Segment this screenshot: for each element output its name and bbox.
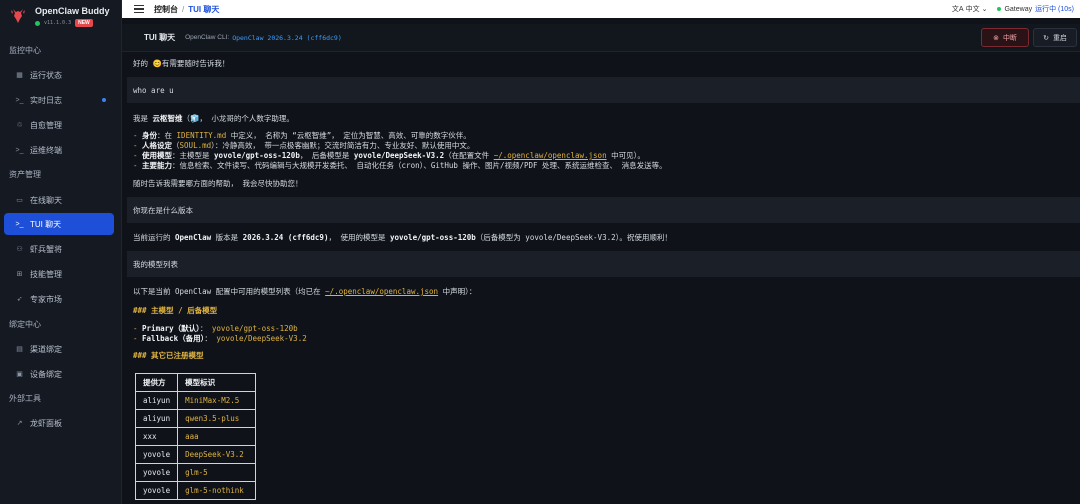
sidebar-item-ops-terminal[interactable]: >_ 运维终端 [4, 139, 114, 161]
sidebar-item-heal[interactable]: ♲ 自愈管理 [4, 114, 114, 136]
assistant-list-intro: 以下是当前 OpenClaw 配置中可用的模型列表（均已在 ~/.opencla… [133, 287, 477, 296]
heading-main-models: ### 主模型 / 后备模型 [133, 306, 218, 315]
table-row: xxx aaa [134, 427, 257, 446]
user-message: 我的模型列表 [127, 251, 1080, 277]
breadcrumb: 控制台 / TUI 聊天 [154, 4, 219, 15]
section-assets: 资产管理 [9, 170, 41, 179]
skill-icon: ⊞ [16, 271, 23, 278]
chat-icon: ▭ [16, 197, 23, 204]
sidebar-item-status[interactable]: ▦ 运行状态 [4, 64, 114, 86]
gateway-status-text: 运行中 (10s) [1035, 6, 1074, 13]
breadcrumb-separator: / [182, 4, 185, 14]
device-icon: ▣ [16, 371, 23, 378]
cli-version: OpenClaw 2026.3.24 (cff6dc9) [232, 33, 342, 42]
terminal-icon: >_ [15, 220, 24, 228]
lobster-logo-icon [11, 9, 25, 23]
fallback-model: - Fallback（备用）： yovole/DeepSeek-V3.2 [133, 334, 307, 343]
team-icon: ⚇ [16, 246, 23, 253]
section-monitor: 监控中心 [9, 46, 41, 55]
brand[interactable]: OpenClaw Buddy v11.1.0.3 NEW [0, 0, 121, 32]
sidebar-item-skills[interactable]: ⊞ 技能管理 [4, 263, 114, 285]
panel-header: TUI 聊天 OpenClaw CLI: OpenClaw 2026.3.24 … [122, 24, 1080, 52]
bullet-abilities: - 主要能力：信息检索、文件读写、代码编辑与大规模开发委托、 自动化任务（cro… [133, 161, 667, 170]
online-dot [35, 20, 40, 26]
table-row: aliyun qwen3.5-plus [134, 409, 257, 428]
table-row: yovole glm-5-nothink [134, 481, 257, 500]
sidebar-item-online-chat[interactable]: ▭ 在线聊天 [4, 189, 114, 211]
app-name: OpenClaw Buddy [35, 6, 110, 16]
sidebar-item-lobster-panel[interactable]: ↗ 龙虾面板 [4, 412, 114, 434]
external-link-icon: ↗ [16, 420, 23, 427]
table-header-row: 提供方 模型标识 [134, 373, 257, 392]
breadcrumb-current: TUI 聊天 [188, 4, 220, 14]
gateway-dot [997, 7, 1002, 11]
language-label: 中文 [965, 6, 980, 13]
sidebar-item-channel-bind[interactable]: ▤ 渠道绑定 [4, 338, 114, 360]
gateway-status: Gateway 运行中 (10s) [997, 4, 1074, 14]
assistant-closing: 随时告诉我需要哪方面的帮助， 我会尽快协助您！ [133, 179, 303, 188]
section-external: 外部工具 [9, 394, 41, 403]
assistant-message: 好的 😊有需要随时告诉我！ [133, 59, 230, 68]
bar-chart-icon: ▦ [16, 72, 23, 79]
menu-icon[interactable] [134, 5, 144, 13]
sidebar-item-market[interactable]: ➶ 专家市场 [4, 288, 114, 310]
refresh-icon: ↻ [1043, 34, 1049, 42]
channel-icon: ▤ [16, 346, 23, 353]
sidebar-item-device-bind[interactable]: ▣ 设备绑定 [4, 363, 114, 385]
chat-log[interactable]: 好的 😊有需要随时告诉我！ who are u 我是 云枢智维（🧊， 小龙哥的个… [122, 52, 1080, 504]
sidebar-item-tui-chat[interactable]: >_ TUI 聊天 [4, 213, 114, 235]
sidebar-item-team[interactable]: ⚇ 虾兵蟹将 [4, 238, 114, 260]
table-row: yovole DeepSeek-V3.2 [134, 445, 257, 464]
table-header-model: 模型标识 [177, 373, 257, 392]
language-switcher[interactable]: 文A 中文 ⌄ [952, 4, 988, 14]
stop-icon: ⊗ [993, 34, 999, 42]
app-version: v11.1.0.3 [44, 20, 72, 26]
unread-dot [102, 98, 106, 102]
assistant-intro: 我是 云枢智维（🧊， 小龙哥的个人数字助理。 [133, 114, 294, 123]
config-link[interactable]: ~/.openclaw/openclaw.json [325, 287, 438, 296]
table-header-provider: 提供方 [134, 373, 179, 392]
section-binding: 绑定中心 [9, 320, 41, 329]
translate-icon: 文A [951, 6, 964, 13]
config-link[interactable]: ~/.openclaw/openclaw.json [494, 151, 607, 160]
models-table: 提供方 模型标识 aliyun MiniMax-M2.5 aliyun qwen3.… [134, 373, 257, 500]
sidebar-item-logs[interactable]: >_ 实时日志 [4, 89, 114, 111]
terminal-icon: >_ [15, 146, 24, 154]
table-row: aliyun MiniMax-M2.5 [134, 391, 257, 410]
panel-title: TUI 聊天 [144, 33, 176, 42]
cli-label: OpenClaw CLI: [185, 34, 230, 41]
gateway-label: Gateway [1004, 5, 1033, 13]
rocket-icon: ➶ [16, 296, 23, 303]
topbar: 控制台 / TUI 聊天 文A 中文 ⌄ Gateway 运行中 (10s) [122, 0, 1080, 18]
restart-button[interactable]: ↻ 重启 [1033, 28, 1077, 47]
user-message: 你现在是什么版本 [127, 197, 1080, 223]
new-badge: NEW [75, 19, 93, 27]
sidebar: OpenClaw Buddy v11.1.0.3 NEW 监控中心 ▦ 运行状态 … [0, 0, 122, 504]
table-row: yovole glm-5 [134, 463, 257, 482]
chevron-down-icon: ⌄ [981, 6, 988, 13]
stop-button[interactable]: ⊗ 中断 [981, 28, 1029, 47]
assistant-version-reply: 当前运行的 OpenClaw 版本是 2026.3.24 (cff6dc9)， … [133, 233, 672, 242]
terminal-icon: >_ [15, 96, 24, 104]
breadcrumb-root[interactable]: 控制台 [154, 5, 178, 14]
user-message: who are u [127, 77, 1080, 103]
heal-icon: ♲ [16, 122, 23, 129]
heading-other-models: ### 其它已注册模型 [133, 351, 204, 360]
